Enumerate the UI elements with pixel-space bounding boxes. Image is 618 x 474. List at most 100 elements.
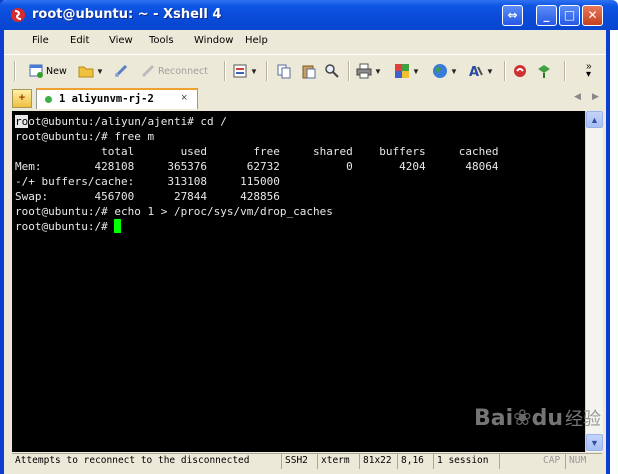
globe-icon <box>433 64 447 78</box>
xftp-button[interactable] <box>512 61 528 81</box>
menu-window[interactable]: Window <box>194 35 233 46</box>
status-session-count: 1 session <box>434 454 500 469</box>
search-icon <box>325 64 339 78</box>
terminal-line: -/+ buffers/cache: 313108 115000 <box>15 175 280 188</box>
title-bar[interactable]: root@ubuntu: ~ - Xshell 4 ⇔ _ □ ✕ <box>0 0 618 30</box>
maximize-button[interactable]: □ <box>559 5 580 26</box>
close-button[interactable]: ✕ <box>582 5 603 26</box>
terminal-line: Swap: 456700 27844 428856 <box>15 190 280 203</box>
reconnect-icon <box>141 64 155 78</box>
toolbar-separator <box>348 61 350 81</box>
xftp-icon <box>514 65 526 77</box>
status-caps-lock: CAP <box>540 454 566 469</box>
new-session-button[interactable]: New <box>28 61 67 81</box>
menu-help[interactable]: Help <box>245 35 268 46</box>
menu-tools[interactable]: Tools <box>149 35 174 46</box>
chevron-down-icon: ▼ <box>486 66 494 76</box>
tab-aliyunvm-rj-2[interactable]: 1 aliyunvm-rj-2 × <box>36 88 198 109</box>
properties-icon <box>233 64 247 78</box>
switch-icon: ⇔ <box>507 8 518 22</box>
watermark-brand-suffix: du <box>531 406 564 431</box>
tab-close-icon[interactable]: × <box>181 92 187 104</box>
paste-button[interactable] <box>301 61 317 81</box>
menu-bar: File Edit View Tools Window Help <box>4 31 606 51</box>
menu-view[interactable]: View <box>109 35 133 46</box>
find-button[interactable] <box>324 61 340 81</box>
font-icon: A <box>469 65 483 79</box>
session-tab-bar: + 1 aliyunvm-rj-2 × ◀ ▶ <box>4 87 606 110</box>
terminal-scrollbar[interactable]: ▲ ▼ <box>585 111 603 452</box>
connect-button[interactable] <box>113 61 129 81</box>
xshell-app-icon <box>11 8 25 22</box>
terminal-line: total used free shared buffers cached <box>15 145 499 158</box>
transfer-icon <box>538 65 550 78</box>
connected-status-icon <box>45 96 52 103</box>
chevron-down-icon: ▼ <box>450 66 458 76</box>
minimize-button[interactable]: _ <box>536 5 557 26</box>
copy-icon <box>277 64 291 79</box>
overflow-chevron-icon: » ▾ <box>586 61 592 80</box>
reconnect-button[interactable]: Reconnect <box>140 61 208 81</box>
terminal-line: root@ubuntu:/aliyun/ajenti# cd / <box>15 114 227 129</box>
new-session-icon <box>29 64 43 78</box>
connect-icon <box>114 64 128 78</box>
tab-scroll-left-icon[interactable]: ◀ <box>574 91 581 102</box>
font-button[interactable]: A ▼ <box>468 61 494 81</box>
baidu-jingyan-watermark: Bai❀du 经验 <box>474 405 601 431</box>
chevron-down-icon: ▼ <box>250 66 258 76</box>
toolbar-separator <box>504 61 506 81</box>
terminal-line: Mem: 428108 365376 62732 0 4204 48064 <box>15 160 499 173</box>
menu-file[interactable]: File <box>32 35 49 46</box>
chevron-down-icon: ▼ <box>412 66 420 76</box>
status-message: Attempts to reconnect to the disconnecte… <box>12 454 282 469</box>
paw-icon: ❀ <box>513 406 532 431</box>
status-num-lock: NUM <box>569 455 587 466</box>
status-cursor-position: 8,16 <box>398 454 434 469</box>
terminal-prompt: root@ubuntu:/# <box>15 220 115 233</box>
restore-down-button[interactable]: ⇔ <box>502 5 523 26</box>
selection-highlight: ro <box>15 115 29 128</box>
minimize-icon: _ <box>543 8 550 22</box>
paste-icon <box>302 65 316 79</box>
transfer-button[interactable] <box>536 61 552 81</box>
layout-button[interactable]: ▼ <box>394 61 420 81</box>
reconnect-label: Reconnect <box>158 65 208 77</box>
print-icon <box>356 63 372 79</box>
chevron-down-icon: ▼ <box>590 437 599 448</box>
properties-button[interactable]: ▼ <box>232 61 258 81</box>
terminal-prompt-line: root@ubuntu:/# <box>15 219 122 234</box>
terminal-line: root@ubuntu:/# echo 1 > /proc/sys/vm/dro… <box>15 205 333 218</box>
window-title: root@ubuntu: ~ - Xshell 4 <box>32 7 222 22</box>
open-folder-button[interactable]: ▼ <box>78 61 104 81</box>
new-label: New <box>46 65 67 77</box>
chevron-up-icon: ▲ <box>590 114 599 125</box>
copy-button[interactable] <box>276 61 292 81</box>
print-button[interactable]: ▼ <box>356 61 382 81</box>
status-terminal-type: xterm <box>318 454 360 469</box>
plus-icon: + <box>18 92 26 104</box>
encoding-button[interactable]: ▼ <box>432 61 458 81</box>
tab-scroll-right-icon[interactable]: ▶ <box>592 91 599 102</box>
toolbar-separator <box>224 61 226 81</box>
maximize-icon: □ <box>563 8 576 22</box>
scroll-down-button[interactable]: ▼ <box>586 434 603 451</box>
watermark-sub: 经验 <box>565 409 602 430</box>
status-protocol: SSH2 <box>282 454 318 469</box>
toolbar-separator <box>564 61 566 81</box>
chevron-down-icon: ▼ <box>374 66 382 76</box>
add-tab-button[interactable]: + <box>12 89 32 108</box>
toolbar: New ▼ Reconnect ▼ ▼ ▼ ▼ A ▼ » ▾ <box>4 54 606 88</box>
menu-edit[interactable]: Edit <box>70 35 89 46</box>
toolbar-overflow-button[interactable]: » ▾ <box>586 61 592 81</box>
status-terminal-size: 81x22 <box>360 454 398 469</box>
toolbar-separator <box>266 61 268 81</box>
folder-icon <box>78 66 94 78</box>
layout-icon <box>395 64 409 78</box>
watermark-brand: Bai <box>474 406 514 431</box>
svg-text:A: A <box>469 65 479 79</box>
terminal-cursor <box>114 219 122 233</box>
terminal-line-text: ot@ubuntu:/aliyun/ajenti# cd / <box>28 115 227 128</box>
scroll-up-button[interactable]: ▲ <box>586 111 603 128</box>
tab-label: 1 aliyunvm-rj-2 <box>59 93 154 105</box>
terminal-screen[interactable]: root@ubuntu:/aliyun/ajenti# cd / root@ub… <box>12 111 585 452</box>
